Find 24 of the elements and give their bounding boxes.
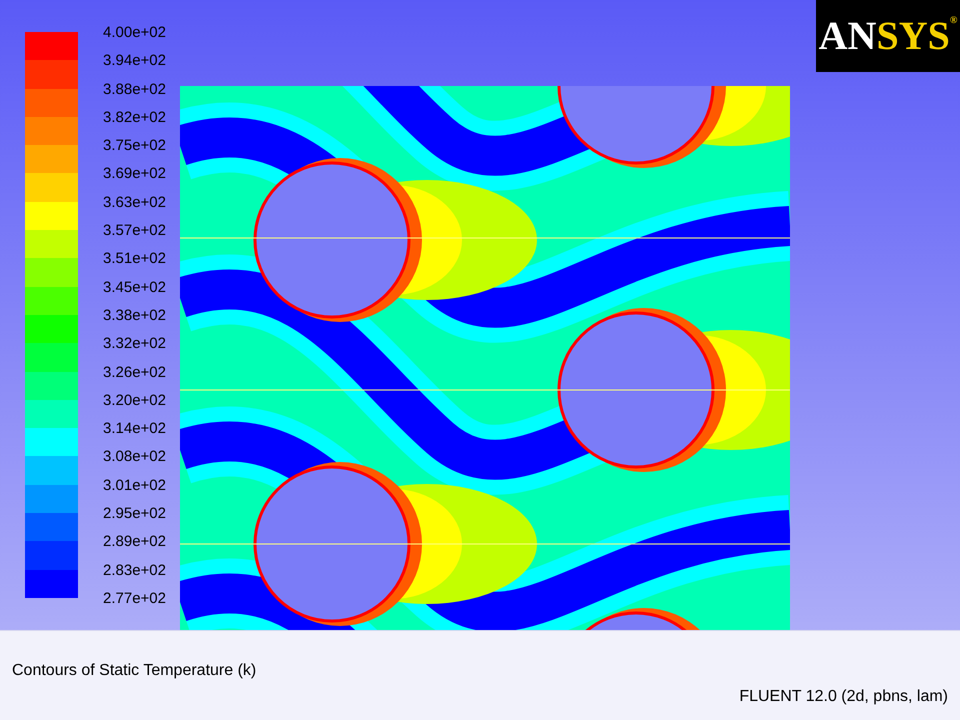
legend-value: 3.75e+02 <box>103 138 166 154</box>
legend-value: 3.32e+02 <box>103 336 166 352</box>
legend-value: 3.51e+02 <box>103 251 166 266</box>
legend-value: 3.38e+02 <box>103 308 166 323</box>
legend-value: 3.82e+02 <box>103 110 166 125</box>
legend-value: 4.00e+02 <box>103 25 166 40</box>
plot-caption: Contours of Static Temperature (k) <box>12 663 258 679</box>
legend-value: 3.20e+02 <box>103 392 166 408</box>
legend-value: 3.14e+02 <box>103 421 166 436</box>
legend-value: 3.01e+02 <box>103 478 166 493</box>
legend-value: 2.89e+02 <box>103 534 166 550</box>
legend-value: 3.08e+02 <box>103 449 166 464</box>
legend-value: 2.83e+02 <box>103 562 166 578</box>
legend-value: 3.45e+02 <box>103 280 166 295</box>
legend-value: 3.63e+02 <box>103 194 166 210</box>
legend-value: 2.77e+02 <box>103 590 166 606</box>
legend-value: 3.69e+02 <box>103 166 166 182</box>
legend-value: 3.94e+02 <box>103 53 166 68</box>
logo-text: ANSYS® <box>818 16 958 56</box>
legend-value: 3.26e+02 <box>103 364 166 380</box>
solver-info: FLUENT 12.0 (2d, pbns, lam) <box>739 689 948 705</box>
legend-value: 2.95e+02 <box>103 506 166 522</box>
legend-value: 3.57e+02 <box>103 223 166 238</box>
legend-value: 3.88e+02 <box>103 82 166 97</box>
